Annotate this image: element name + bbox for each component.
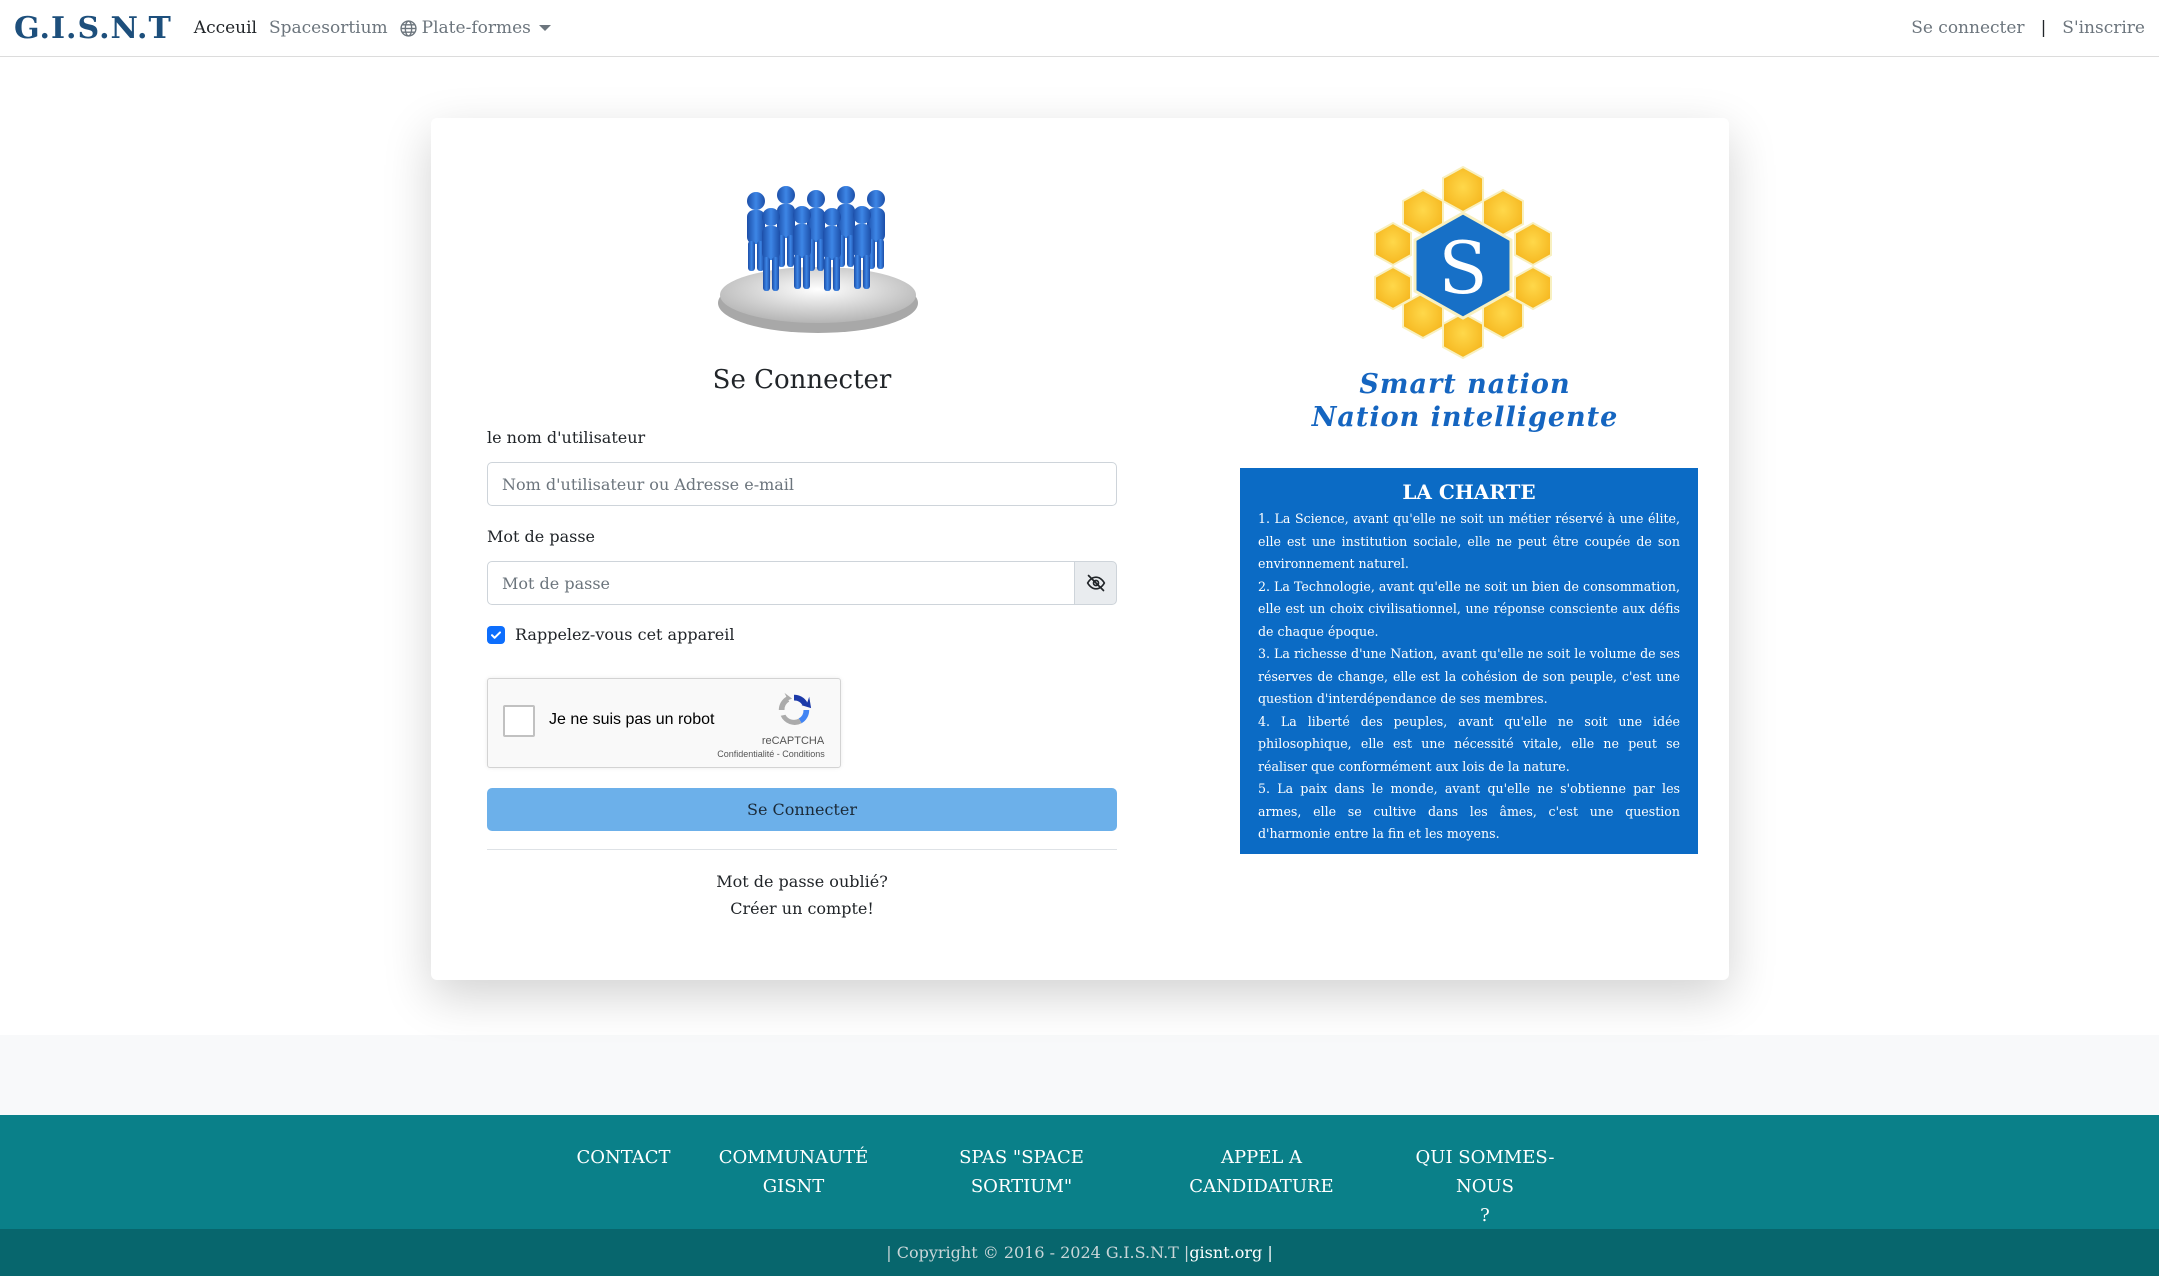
nav-link-acceuil[interactable]: Acceuil [194, 18, 257, 38]
recaptcha-logo-icon [778, 692, 812, 725]
footer-link-contact-label: CONTACT [576, 1147, 671, 1168]
charte-item-5: 5. La paix dans le monde, avant qu'elle … [1258, 781, 1680, 841]
footer-link-about-line2: ? [1480, 1205, 1490, 1226]
slogan: Smart nation Nation intelligente [1300, 368, 1630, 434]
slogan-line-1: Smart nation [1359, 369, 1571, 400]
footer-link-spas-line1: SPAS "SPACE [959, 1147, 1084, 1168]
nav-login-link[interactable]: Se connecter [1911, 18, 2024, 38]
eye-slash-icon [1086, 574, 1105, 592]
nav-register-link[interactable]: S'inscrire [2062, 18, 2145, 38]
footer-link-spas[interactable]: SPAS "SPACE SORTIUM" [940, 1143, 1103, 1201]
charte-item-3: 3. La richesse d'une Nation, avant qu'el… [1258, 646, 1680, 706]
checkbox-checked-icon[interactable] [487, 625, 505, 644]
password-label: Mot de passe [487, 527, 595, 546]
copyright-text: | Copyright © 2016 - 2024 G.I.S.N.T | [886, 1243, 1190, 1262]
brand-logo[interactable]: G.I.S.N.T [14, 11, 172, 46]
footer-link-contact[interactable]: CONTACT [560, 1143, 687, 1172]
footer-link-spas-line2: SORTIUM" [970, 1176, 1073, 1197]
footer-link-communaute[interactable]: COMMUNAUTÉ GISNT [712, 1143, 875, 1201]
copyright-bar: | Copyright © 2016 - 2024 G.I.S.N.T |gis… [0, 1229, 2159, 1276]
nav-dropdown-label: Plate-formes [421, 18, 531, 38]
recaptcha-checkbox[interactable] [503, 705, 535, 737]
remember-device-label: Rappelez-vous cet appareil [515, 625, 735, 644]
footer-link-appel-line2: CANDIDATURE [1189, 1176, 1334, 1197]
footer-link-communaute-line1: COMMUNAUTÉ [718, 1147, 869, 1168]
username-input[interactable] [487, 462, 1117, 506]
charte-panel: LA CHARTE 1. La Science, avant qu'elle n… [1240, 468, 1698, 854]
recaptcha-brand: reCAPTCHA [761, 735, 825, 747]
password-input[interactable] [487, 561, 1075, 605]
toggle-password-visibility-button[interactable] [1074, 561, 1117, 605]
nav-separator: | [2040, 18, 2047, 38]
login-submit-button[interactable]: Se Connecter [487, 788, 1117, 831]
top-navbar: G.I.S.N.T Acceuil Spacesortium Plate-for… [0, 0, 2159, 57]
recaptcha-privacy-links[interactable]: Confidentialité - Conditions [704, 749, 838, 759]
nav-dropdown-plateformes[interactable]: Plate-formes [400, 18, 551, 38]
divider [487, 849, 1117, 850]
forgot-password-link[interactable]: Mot de passe oublié? [487, 872, 1117, 891]
login-title: Se Connecter [712, 365, 892, 395]
nav-link-spacesortium[interactable]: Spacesortium [269, 18, 388, 38]
footer-link-about-line1: QUI SOMMES-NOUS [1415, 1147, 1555, 1197]
footer-link-appel[interactable]: APPEL A CANDIDATURE [1180, 1143, 1343, 1201]
charte-item-2: 2. La Technologie, avant qu'elle ne soit… [1258, 578, 1680, 639]
nav-auth-links: Se connecter | S'inscrire [1911, 18, 2145, 38]
charte-item-4: 4. La liberté des peuples, avant qu'elle… [1258, 713, 1680, 774]
remember-device-checkbox[interactable]: Rappelez-vous cet appareil [487, 625, 734, 644]
username-label: le nom d'utilisateur [487, 428, 646, 447]
create-account-link[interactable]: Créer un compte! [487, 899, 1117, 918]
smart-nation-logo: S [1374, 165, 1552, 360]
slogan-line-2: Nation intelligente [1311, 402, 1619, 433]
copyright-suffix: | [1267, 1243, 1273, 1262]
footer-link-about[interactable]: QUI SOMMES-NOUS ? [1390, 1143, 1580, 1230]
footer-link-appel-line1: APPEL A [1220, 1147, 1303, 1168]
copyright-site-link[interactable]: gisnt.org [1189, 1243, 1262, 1262]
recaptcha-widget: Je ne suis pas un robot reCAPTCHA Confid… [487, 678, 841, 768]
globe-icon [400, 19, 417, 37]
grey-strip [0, 1035, 2159, 1115]
chevron-down-icon [538, 25, 551, 31]
recaptcha-label: Je ne suis pas un robot [549, 711, 715, 728]
team-illustration [718, 186, 918, 333]
charte-title: LA CHARTE [1402, 480, 1536, 504]
logo-letter: S [1438, 226, 1487, 310]
charte-item-1: 1. La Science, avant qu'elle ne soit un … [1258, 511, 1680, 571]
footer-link-communaute-line2: GISNT [762, 1176, 825, 1197]
